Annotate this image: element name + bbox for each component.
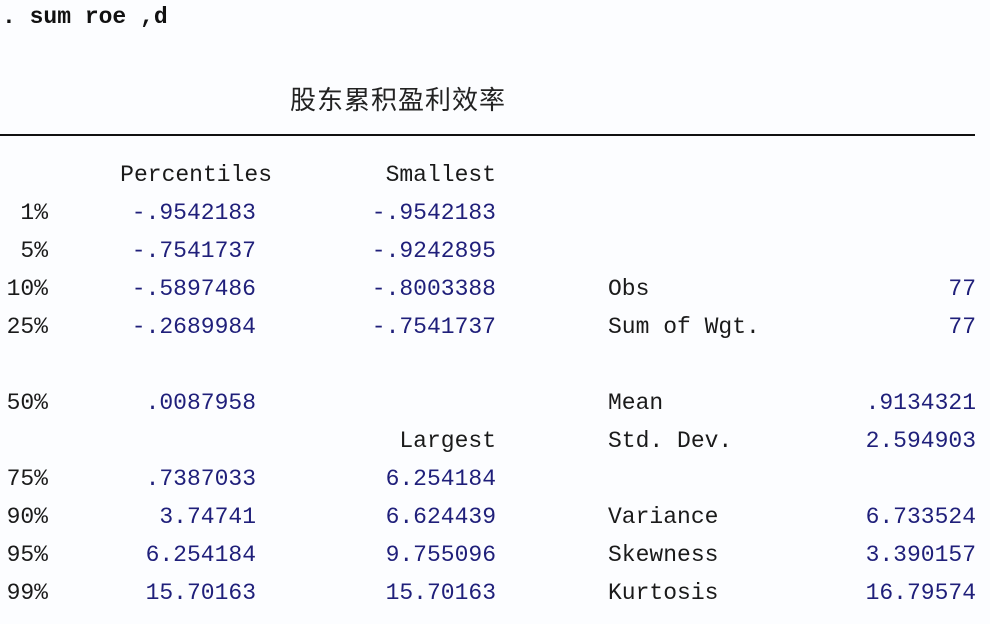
percentile-value: .0087958	[145, 390, 256, 416]
percentile-value: -.5897486	[131, 276, 256, 302]
percentile-label: 50%	[6, 390, 48, 416]
header-largest: Largest	[399, 428, 496, 454]
percentile-value: 6.254184	[145, 542, 256, 568]
extreme-value: -.9242895	[371, 238, 496, 264]
percentile-value: -.7541737	[131, 238, 256, 264]
percentile-label: 99%	[6, 580, 48, 606]
percentile-label: 90%	[6, 504, 48, 530]
command-line: . sum roe ,d	[2, 4, 168, 30]
percentile-label: 95%	[6, 542, 48, 568]
percentile-label: 5%	[20, 238, 48, 264]
stat-value: 2.594903	[865, 428, 976, 454]
percentile-value: -.2689984	[131, 314, 256, 340]
extreme-value: -.7541737	[371, 314, 496, 340]
percentile-value: .7387033	[145, 466, 256, 492]
percentile-value: -.9542183	[131, 200, 256, 226]
stat-value: .9134321	[865, 390, 976, 416]
extreme-value: -.9542183	[371, 200, 496, 226]
percentile-label: 25%	[6, 314, 48, 340]
percentile-label: 1%	[20, 200, 48, 226]
stat-value: 6.733524	[865, 504, 976, 530]
header-percentiles: Percentiles	[120, 162, 272, 188]
stat-value: 77	[948, 314, 976, 340]
percentile-label: 10%	[6, 276, 48, 302]
extreme-value: 15.70163	[385, 580, 496, 606]
extreme-value: 6.624439	[385, 504, 496, 530]
extreme-value: -.8003388	[371, 276, 496, 302]
variable-label: 股东累积盈利效率	[290, 86, 507, 116]
stat-value: 77	[948, 276, 976, 302]
percentile-value: 15.70163	[145, 580, 256, 606]
stat-value: 3.390157	[865, 542, 976, 568]
header-divider	[0, 134, 975, 136]
extreme-value: 6.254184	[385, 466, 496, 492]
stat-value: 16.79574	[865, 580, 976, 606]
percentile-label: 75%	[6, 466, 48, 492]
percentile-value: 3.74741	[159, 504, 256, 530]
header-smallest: Smallest	[385, 162, 496, 188]
extreme-value: 9.755096	[385, 542, 496, 568]
